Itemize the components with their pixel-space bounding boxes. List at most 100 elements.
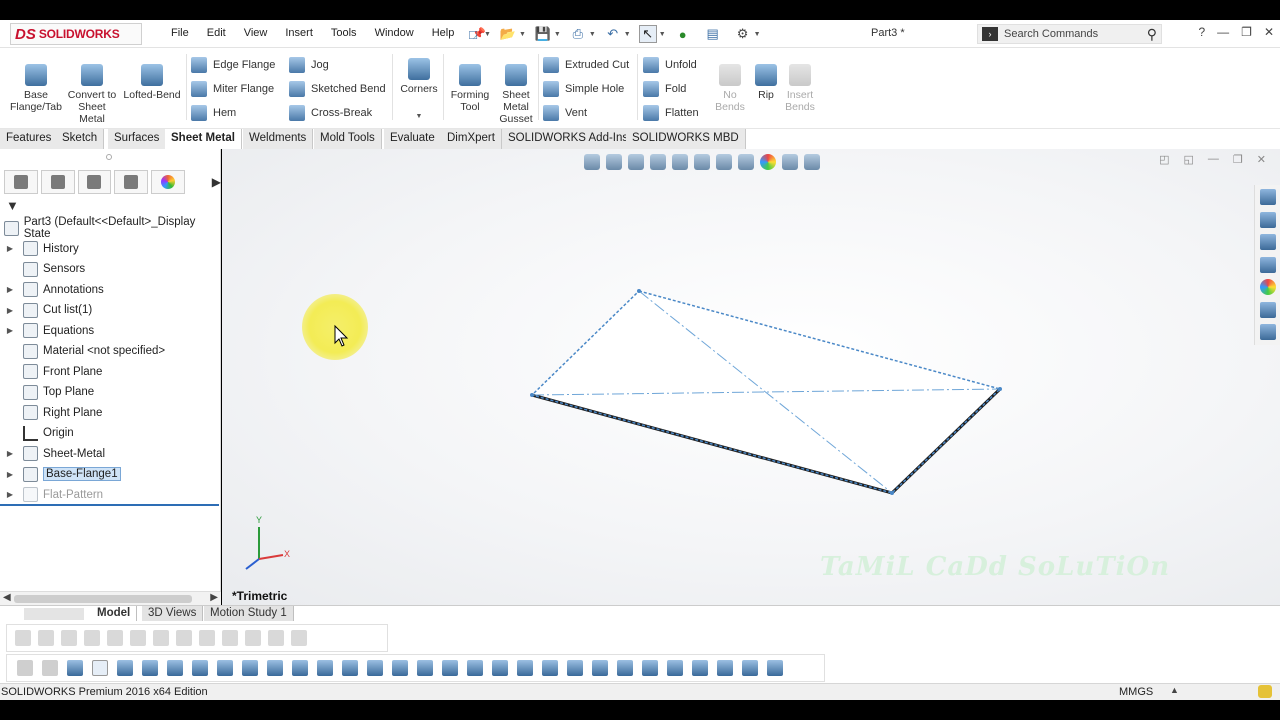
- panel-grip[interactable]: [106, 154, 112, 160]
- edge-icon[interactable]: [317, 660, 333, 676]
- smart-dimension-icon[interactable]: [245, 630, 261, 646]
- text-icon[interactable]: [567, 660, 583, 676]
- expand-icon[interactable]: ▶: [4, 285, 16, 294]
- mass-properties-icon[interactable]: [467, 660, 483, 676]
- insert-bends-button[interactable]: Insert Bends: [782, 64, 818, 113]
- grid-icon[interactable]: [268, 630, 284, 646]
- point-icon[interactable]: [142, 660, 158, 676]
- appearances-icon[interactable]: [1259, 279, 1276, 295]
- chevron-down-icon[interactable]: ▼: [519, 31, 526, 38]
- search-commands-box[interactable]: › Search Commands ⚲: [977, 24, 1162, 44]
- home-icon[interactable]: [1259, 189, 1276, 205]
- expand-icon[interactable]: ▶: [4, 470, 16, 479]
- tab-features[interactable]: Features: [0, 129, 59, 149]
- fillet-icon[interactable]: [267, 660, 283, 676]
- ruler-icon[interactable]: [767, 660, 783, 676]
- model-drawing[interactable]: [222, 149, 1280, 605]
- section-icon[interactable]: [442, 660, 458, 676]
- table-icon[interactable]: [517, 660, 533, 676]
- chevron-down-icon[interactable]: ▼: [589, 31, 596, 38]
- tab-surfaces[interactable]: Surfaces: [108, 129, 167, 149]
- design-library-icon[interactable]: [1259, 211, 1276, 228]
- angle-icon[interactable]: [291, 630, 307, 646]
- chevron-down-icon[interactable]: ▼: [554, 31, 561, 38]
- edge-flange-button[interactable]: Edge Flange: [191, 57, 275, 73]
- center-rectangle-icon[interactable]: [222, 630, 238, 646]
- trim-icon[interactable]: [84, 630, 100, 646]
- tree-item-cut-list[interactable]: ▶ Cut list(1): [0, 300, 221, 321]
- tree-item-material[interactable]: Material <not specified>: [0, 341, 221, 362]
- arc-icon[interactable]: [130, 630, 146, 646]
- miter-flange-button[interactable]: Miter Flange: [191, 81, 274, 97]
- forum-icon[interactable]: [1259, 324, 1276, 340]
- expand-icon[interactable]: ▶: [4, 326, 16, 335]
- chamfer-icon[interactable]: [292, 660, 308, 676]
- search-icon[interactable]: ⚲: [1147, 26, 1157, 43]
- convert-to-sheet-metal-button[interactable]: Convert to Sheet Metal: [66, 64, 118, 125]
- hem-button[interactable]: Hem: [191, 105, 236, 121]
- scroll-right-icon[interactable]: ▶: [210, 592, 218, 603]
- scroll-left-icon[interactable]: ◀: [3, 592, 11, 603]
- menu-window[interactable]: Window: [366, 27, 423, 40]
- tab-weldments[interactable]: Weldments: [243, 129, 314, 149]
- tree-item-sensors[interactable]: Sensors: [0, 259, 221, 280]
- tree-item-equations[interactable]: ▶ Equations: [0, 321, 221, 342]
- menu-edit[interactable]: Edit: [198, 27, 235, 40]
- tab-evaluate[interactable]: Evaluate: [384, 129, 442, 149]
- file-explorer-icon[interactable]: [1259, 234, 1276, 250]
- cosmetic-thread-icon[interactable]: [617, 660, 633, 676]
- options-gear-icon[interactable]: ⚙: [734, 25, 752, 43]
- tree-item-right-plane[interactable]: Right Plane: [0, 403, 221, 424]
- tab-sheet-metal[interactable]: Sheet Metal: [165, 129, 242, 149]
- filter-faces-icon[interactable]: [42, 660, 58, 676]
- feature-manager-tab[interactable]: [4, 170, 38, 194]
- tab-mold-tools[interactable]: Mold Tools: [314, 129, 382, 149]
- menu-insert[interactable]: Insert: [276, 27, 322, 40]
- close-icon[interactable]: ✕: [1264, 25, 1274, 39]
- tree-item-origin[interactable]: Origin: [0, 423, 221, 444]
- search-input[interactable]: Search Commands: [1004, 28, 1147, 40]
- select-other-icon[interactable]: [117, 660, 133, 676]
- tab-sketch[interactable]: Sketch: [56, 129, 105, 149]
- tab-solidworks-mbd[interactable]: SOLIDWORKS MBD: [626, 129, 746, 149]
- expand-icon[interactable]: ▶: [4, 244, 16, 253]
- display-manager-tab[interactable]: [151, 170, 185, 194]
- sheet-metal-plate[interactable]: [530, 289, 1002, 495]
- tolerance-icon[interactable]: [717, 660, 733, 676]
- chevron-down-icon[interactable]: ▼: [754, 31, 761, 38]
- dimension-icon[interactable]: [542, 660, 558, 676]
- chevron-right-icon[interactable]: ▶: [212, 175, 221, 189]
- tab-model[interactable]: Model: [91, 606, 138, 621]
- expand-icon[interactable]: ▶: [4, 449, 16, 458]
- tree-item-flat-pattern[interactable]: ▶ Flat-Pattern: [0, 485, 221, 506]
- line-icon[interactable]: [38, 630, 54, 646]
- fold-button[interactable]: Fold: [643, 81, 686, 97]
- menu-tools[interactable]: Tools: [322, 27, 366, 40]
- offset-icon[interactable]: [392, 660, 408, 676]
- simple-hole-button[interactable]: Simple Hole: [543, 81, 624, 97]
- axis-icon[interactable]: [167, 660, 183, 676]
- tree-item-front-plane[interactable]: Front Plane: [0, 362, 221, 383]
- flatten-button[interactable]: Flatten: [643, 105, 699, 121]
- sketched-bend-button[interactable]: Sketched Bend: [289, 81, 386, 97]
- select-arrow-icon[interactable]: [92, 660, 108, 676]
- circle-icon[interactable]: [15, 630, 31, 646]
- undo-icon[interactable]: ↶: [604, 25, 622, 43]
- measure-icon[interactable]: [417, 660, 433, 676]
- no-bends-button[interactable]: No Bends: [712, 64, 748, 113]
- paint-icon[interactable]: [492, 660, 508, 676]
- sheet-metal-gusset-button[interactable]: Sheet Metal Gusset: [496, 64, 536, 125]
- sketch-icon[interactable]: [367, 660, 383, 676]
- chevron-up-icon[interactable]: ▲: [1170, 685, 1179, 695]
- tab-dimxpert[interactable]: DimXpert: [441, 129, 502, 149]
- dimxpert-manager-tab[interactable]: [114, 170, 148, 194]
- property-manager-tab[interactable]: [40, 170, 75, 194]
- select-arrow-icon[interactable]: ↖: [638, 25, 657, 43]
- solidworks-logo[interactable]: DS SOLIDWORKS: [10, 23, 142, 45]
- forming-tool-button[interactable]: Forming Tool: [448, 64, 492, 113]
- extruded-cut-button[interactable]: Extruded Cut: [543, 57, 629, 73]
- wrench-icon[interactable]: [742, 660, 758, 676]
- tree-item-history[interactable]: ▶ History: [0, 239, 221, 260]
- centerline-icon[interactable]: [107, 630, 123, 646]
- restore-icon[interactable]: ❐: [1241, 25, 1252, 39]
